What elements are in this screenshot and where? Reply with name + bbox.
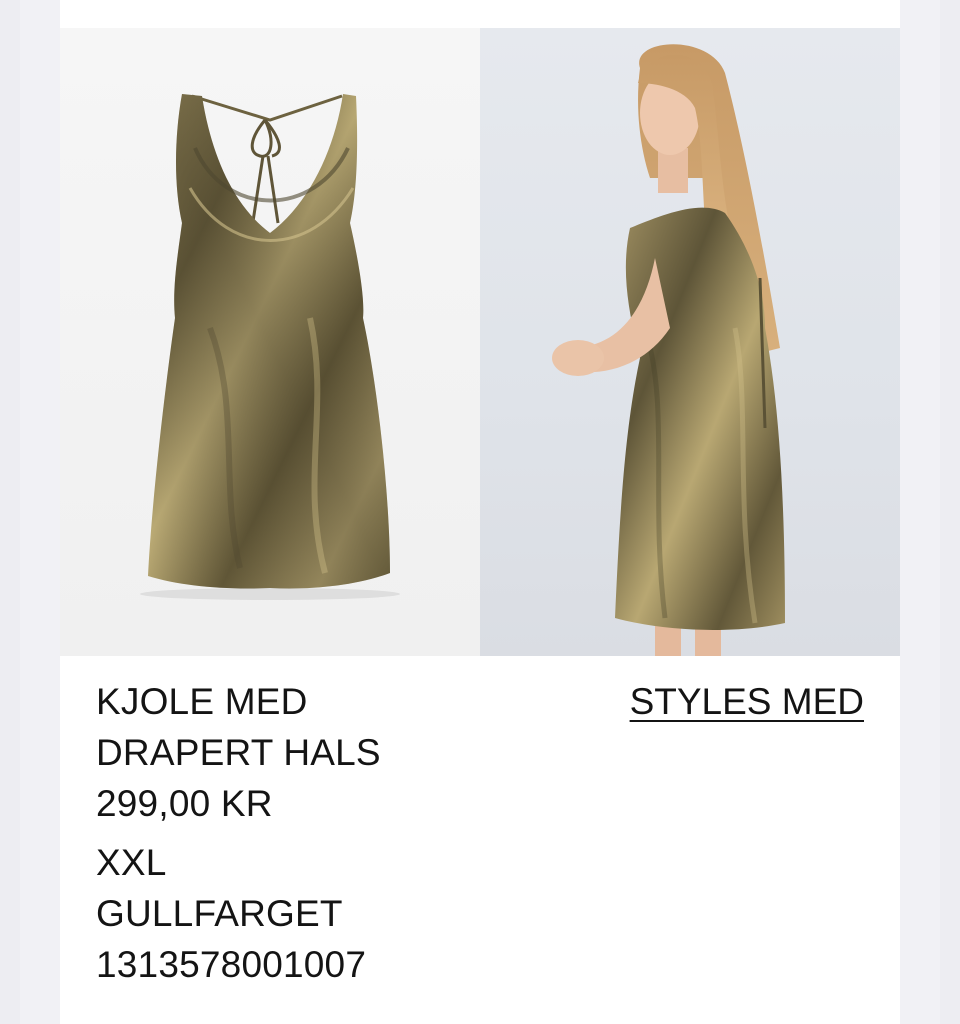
product-color: GULLFARGET: [96, 893, 343, 934]
product-card: KJOLE MED DRAPERT HALS 299,00 KR XXL GUL…: [60, 0, 900, 1024]
model-image[interactable]: [480, 28, 900, 656]
product-size: XXL: [96, 842, 167, 883]
top-spacer: [60, 0, 900, 28]
model-illustration: [552, 44, 785, 656]
product-image[interactable]: [60, 28, 480, 656]
dress-flatlay-illustration: [140, 94, 400, 600]
left-gutter: [0, 0, 20, 1024]
styles-with-link[interactable]: STYLES MED: [630, 676, 864, 727]
product-info: KJOLE MED DRAPERT HALS 299,00 KR XXL GUL…: [96, 676, 516, 990]
product-name-line2: DRAPERT HALS: [96, 732, 381, 773]
right-gutter: [940, 0, 960, 1024]
product-name-line1: KJOLE MED: [96, 681, 308, 722]
product-article-number: 1313578001007: [96, 944, 367, 985]
product-price: 299,00 KR: [96, 783, 273, 824]
